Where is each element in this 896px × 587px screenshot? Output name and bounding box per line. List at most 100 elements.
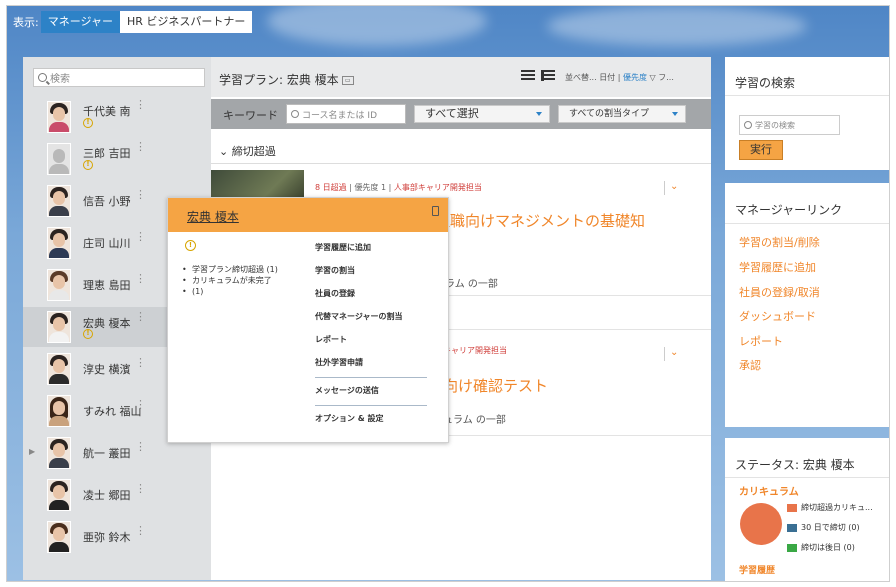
clipboard-icon[interactable] — [432, 206, 439, 216]
overdue-badge: 8 日超過 — [315, 183, 347, 192]
keyword-input[interactable]: コース名または ID — [286, 104, 406, 124]
link-add-learning-history[interactable]: 学習履歴に追加 — [739, 259, 816, 275]
role-switcher: 表示: マネージャー HR ビジネスパートナー — [7, 11, 253, 33]
team-member[interactable]: 千代美 南 ⋮ ! — [23, 97, 211, 137]
more-icon[interactable]: ⋮ — [135, 399, 146, 410]
link-assign-remove-learning[interactable]: 学習の割当/削除 — [739, 234, 820, 250]
run-button[interactable]: 実行 — [739, 140, 783, 160]
search-icon — [744, 121, 752, 129]
member-name: 三郎 吉田 — [83, 147, 131, 160]
tab-manager[interactable]: マネージャー — [40, 11, 120, 33]
more-icon[interactable]: ⋮ — [135, 141, 146, 152]
assignment-type-value: すべての割当タイプ — [569, 109, 650, 119]
avatar — [47, 353, 71, 385]
cloud — [547, 6, 807, 46]
member-name: 航一 叢田 — [83, 447, 131, 460]
more-icon[interactable]: ⋮ — [135, 99, 146, 110]
popup-action-menu: 学習履歴に追加 学習の割当 社員の登録 代替マネージャーの割当 レポート 社外学… — [315, 242, 427, 436]
team-member[interactable]: 亜弥 鈴木 ⋮ — [23, 517, 211, 557]
action-assign-alternate-manager[interactable]: 代替マネージャーの割当 — [315, 311, 427, 334]
action-assign-learning[interactable]: 学習の割当 — [315, 265, 427, 288]
expand-icon[interactable]: ▶ — [29, 447, 35, 456]
team-member[interactable]: 凌士 郷田 ⋮ — [23, 475, 211, 515]
legend-item: 締切超過カリキュ... — [787, 502, 873, 513]
avatar — [47, 311, 71, 343]
member-name: すみれ 福山 — [83, 405, 142, 418]
popup-header: 宏典 榎本 — [168, 198, 448, 232]
more-icon[interactable]: ⋮ — [135, 189, 146, 200]
divider — [315, 405, 427, 406]
curriculum-part-label: ュラム の一部 — [443, 415, 506, 426]
more-icon[interactable]: ⋮ — [135, 231, 146, 242]
member-name: 信吾 小野 — [83, 195, 131, 208]
chevron-down-icon[interactable]: ⌄ — [664, 181, 678, 195]
status-panel: ステータス: 宏典 榎本 カリキュラム 締切超過カリキュ... 30 日で締切 … — [725, 438, 889, 581]
priority-label: 優先度 1 — [354, 183, 387, 192]
contact-card-icon[interactable]: ▭ — [341, 76, 354, 85]
avatar — [47, 185, 71, 217]
action-reports[interactable]: レポート — [315, 334, 427, 357]
section-overdue[interactable]: ⌄ 締切超過 — [219, 143, 276, 159]
link-dashboard[interactable]: ダッシュボード — [739, 308, 816, 324]
learning-search-panel: 学習の検索 学習の検索 実行 — [725, 57, 889, 170]
more-icon[interactable]: ⋮ — [135, 525, 146, 536]
warning-icon: ! — [185, 240, 196, 251]
detail-view-icon[interactable] — [541, 70, 555, 81]
learning-history-heading: 学習履歴 — [739, 566, 776, 576]
link-approvals[interactable]: 承認 — [739, 357, 761, 373]
action-register-employee[interactable]: 社員の登録 — [315, 288, 427, 311]
filter-label[interactable]: フ... — [658, 73, 674, 82]
alert-item: 学習プラン締切超過 (1) — [182, 264, 278, 275]
action-options-settings[interactable]: オプション & 設定 — [315, 413, 427, 436]
popup-employee-name[interactable]: 宏典 榎本 — [187, 208, 239, 225]
legend-swatch — [787, 503, 797, 512]
panel-title: マネージャーリンク — [735, 203, 843, 217]
show-label: 表示: — [13, 16, 39, 29]
chevron-down-icon — [672, 112, 678, 116]
course-title[interactable]: 理職向けマネジメントの基礎知 — [435, 210, 645, 231]
team-search-input[interactable]: 検索 — [33, 68, 205, 87]
plan-header: 学習プラン: 宏典 榎本 ▭ 並べ替... 日付 | 優先度 ▽ フ... — [211, 57, 711, 97]
learning-search-placeholder: 学習の検索 — [755, 120, 795, 130]
assigned-by: 人事部キャリア開発担当 — [393, 183, 482, 192]
avatar — [47, 143, 71, 175]
more-icon[interactable]: ⋮ — [135, 273, 146, 284]
avatar — [47, 227, 71, 259]
more-icon[interactable]: ⋮ — [135, 357, 146, 368]
assignment-type-dropdown[interactable]: すべての割当タイプ — [558, 105, 686, 123]
more-icon[interactable]: ⋮ — [135, 441, 146, 452]
list-view-icon[interactable] — [521, 70, 535, 81]
link-register-employee[interactable]: 社員の登録/取消 — [739, 284, 820, 300]
legend-item: 締切は後日 (0) — [787, 542, 855, 553]
divider — [315, 377, 427, 378]
employee-action-popup: 宏典 榎本 ! 学習プラン締切超過 (1) カリキュラムが未完了 (1) 学習履… — [167, 197, 449, 443]
legend-swatch — [787, 543, 797, 552]
keyword-label: キーワード — [223, 109, 278, 122]
avatar — [47, 269, 71, 301]
sort-priority[interactable]: 優先度 — [623, 73, 647, 82]
tab-hr-business-partner[interactable]: HR ビジネスパートナー — [119, 11, 253, 33]
alert-list: 学習プラン締切超過 (1) カリキュラムが未完了 (1) — [182, 264, 278, 297]
search-placeholder: 検索 — [50, 74, 70, 85]
sort-separator: | — [617, 73, 621, 82]
avatar — [47, 521, 71, 553]
sort-date[interactable]: 日付 — [599, 73, 615, 82]
curriculum-pie-chart — [740, 503, 782, 545]
more-icon[interactable]: ⋮ — [135, 311, 146, 322]
team-member[interactable]: 三郎 吉田 ⋮ ! — [23, 139, 211, 179]
filter-icon[interactable]: ▽ — [650, 73, 656, 82]
link-reports[interactable]: レポート — [739, 333, 783, 349]
more-icon[interactable]: ⋮ — [135, 483, 146, 494]
chevron-down-icon[interactable]: ⌄ — [664, 347, 678, 361]
course-title[interactable]: 向け確認テスト — [443, 375, 548, 396]
pie-slice-overdue — [740, 503, 782, 545]
member-name: 庄司 山川 — [83, 237, 131, 250]
select-all-dropdown[interactable]: すべて選択 — [414, 105, 550, 123]
learning-search-input[interactable]: 学習の検索 — [739, 115, 840, 135]
course-meta: 8 日超過 | 優先度 1 | 人事部キャリア開発担当 — [315, 183, 482, 192]
member-name: 淳史 横濱 — [83, 363, 131, 376]
keyword-placeholder: コース名または ID — [302, 110, 377, 121]
sort-label: 並べ替... — [565, 73, 597, 82]
action-add-learning-history[interactable]: 学習履歴に追加 — [315, 242, 427, 265]
legend-swatch — [787, 523, 797, 532]
